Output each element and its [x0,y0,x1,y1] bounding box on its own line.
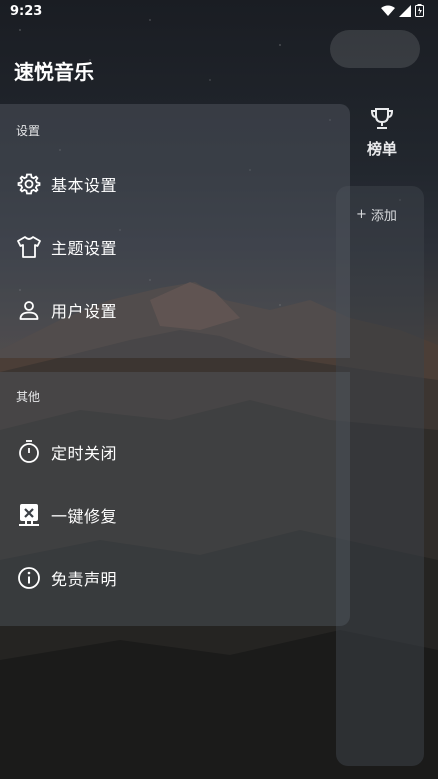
info-icon [15,564,43,592]
battery-icon [415,4,424,17]
app-title: 速悦音乐 [14,60,94,84]
person-icon [15,296,43,324]
timer-icon [15,438,43,466]
status-icons [381,4,424,17]
menu-item-disclaimer[interactable]: 免责声明 [0,548,350,608]
ranking-label: 榜单 [366,140,397,158]
status-time: 9:23 [10,4,43,19]
menu-item-theme-settings[interactable]: 主题设置 [0,217,350,277]
wifi-icon [381,5,395,16]
add-button[interactable]: + 添加 [356,205,397,224]
menu-item-label: 用户设置 [51,302,118,321]
trophy-icon [370,108,394,129]
menu-item-label: 主题设置 [51,239,118,258]
menu-item-label: 免责声明 [51,570,118,589]
signal-icon [399,4,411,17]
ranking-tab[interactable]: 榜单 [360,106,404,159]
shirt-icon [15,233,43,261]
add-label: 添加 [370,209,397,224]
other-section-label: 其他 [16,390,41,404]
repair-computer-icon [15,501,43,529]
gear-icon [15,170,43,198]
other-section: 其他 定时关闭 一键修复 免责声明 [0,372,350,626]
settings-section-label: 设置 [16,124,41,138]
menu-item-user-settings[interactable]: 用户设置 [0,280,350,340]
menu-item-label: 定时关闭 [51,444,118,463]
menu-item-basic-settings[interactable]: 基本设置 [0,154,350,214]
menu-item-label: 一键修复 [51,507,118,526]
menu-item-sleep-timer[interactable]: 定时关闭 [0,422,350,482]
menu-item-label: 基本设置 [51,176,118,195]
status-bar: 9:23 [0,0,438,26]
settings-section: 设置 基本设置 主题设置 用户设置 [0,104,350,358]
plus-icon: + [356,207,367,222]
background-search-bar[interactable] [330,30,420,68]
menu-item-one-click-repair[interactable]: 一键修复 [0,485,350,545]
